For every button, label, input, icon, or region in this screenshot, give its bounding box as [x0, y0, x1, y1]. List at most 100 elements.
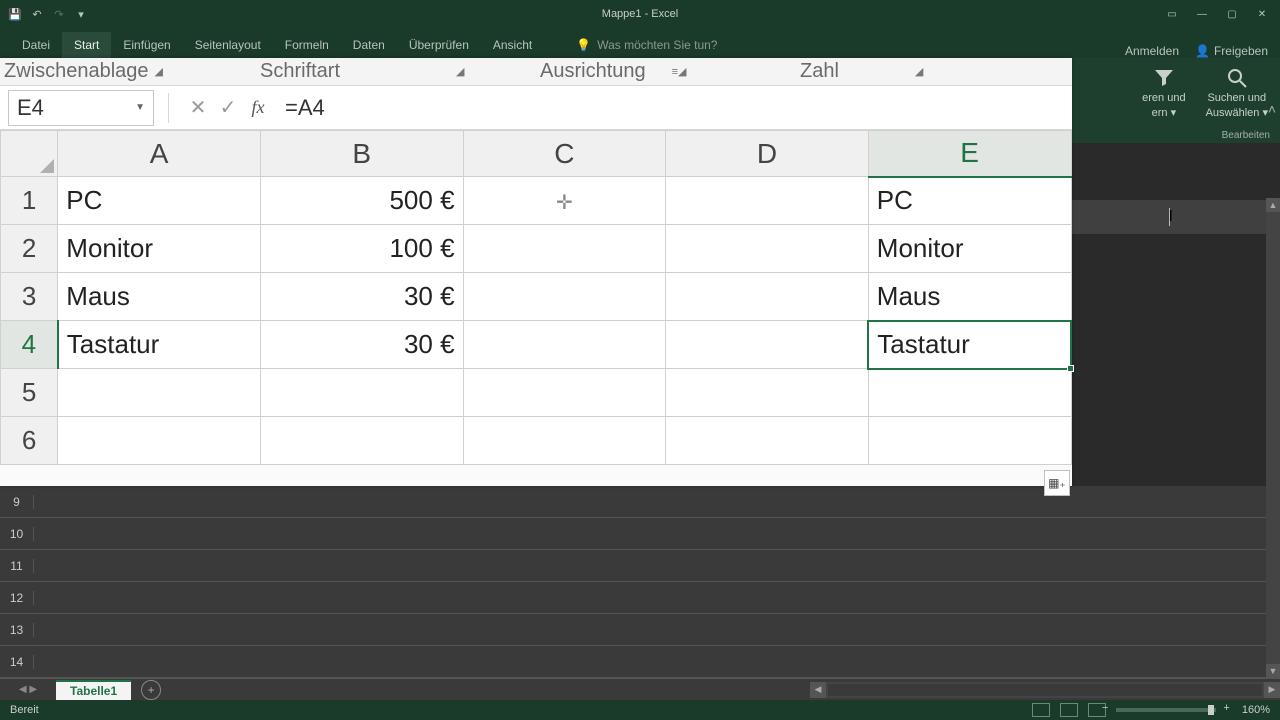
chevron-down-icon[interactable]: ▼ [135, 102, 145, 113]
close-icon[interactable]: ✕ [1248, 4, 1276, 24]
col-header-D[interactable]: D [666, 131, 869, 177]
cell-D3[interactable] [666, 273, 869, 321]
cell-B6[interactable] [260, 417, 463, 465]
select-all-corner[interactable] [1, 131, 58, 177]
row-header-14[interactable]: 14 [0, 655, 34, 669]
cell-E6[interactable] [868, 417, 1071, 465]
col-header-C[interactable]: C [463, 131, 666, 177]
scroll-down-icon[interactable]: ▼ [1266, 664, 1280, 678]
cell-D4[interactable] [666, 321, 869, 369]
cell-A2[interactable]: Monitor [58, 225, 261, 273]
zoom-slider[interactable] [1116, 708, 1216, 712]
vertical-scrollbar[interactable]: ▲ ▼ [1266, 198, 1280, 678]
view-pagelayout-icon[interactable] [1060, 703, 1078, 717]
tab-formeln[interactable]: Formeln [273, 32, 341, 58]
bg-formula-cell[interactable]: I [1072, 200, 1266, 234]
cell-B4[interactable]: 30 € [260, 321, 463, 369]
cell-A4[interactable]: Tastatur [58, 321, 261, 369]
horizontal-scrollbar[interactable]: ◀ ▶ [810, 682, 1280, 698]
save-icon[interactable]: 💾 [8, 7, 22, 21]
cell-E5[interactable] [868, 369, 1071, 417]
cell-B1[interactable]: 500 € [260, 177, 463, 225]
row-header-12[interactable]: 12 [0, 591, 34, 605]
cell-B5[interactable] [260, 369, 463, 417]
dialog-launcher-icon[interactable]: ◢ [915, 65, 923, 78]
cell-C3[interactable] [463, 273, 666, 321]
row-header-10[interactable]: 10 [0, 527, 34, 541]
cell-D2[interactable] [666, 225, 869, 273]
formula-input[interactable] [273, 90, 1072, 126]
cell-E1[interactable]: PC [868, 177, 1071, 225]
name-box[interactable]: E4 ▼ [8, 90, 154, 126]
spreadsheet-grid[interactable]: A B C D E 1 PC 500 € ✛ PC 2 Monitor 100 … [0, 130, 1072, 465]
cell-C5[interactable] [463, 369, 666, 417]
tab-einfuegen[interactable]: Einfügen [111, 32, 182, 58]
scroll-right-icon[interactable]: ▶ [1264, 682, 1280, 698]
cell-C6[interactable] [463, 417, 666, 465]
minimize-icon[interactable]: — [1188, 4, 1216, 24]
cell-A1[interactable]: PC [58, 177, 261, 225]
ribbon-group-alignment: Ausrichtung≡◢ [540, 60, 687, 83]
tab-start[interactable]: Start [62, 32, 111, 58]
row-header-5[interactable]: 5 [1, 369, 58, 417]
autofill-options-button[interactable]: ▦₊ [1044, 470, 1070, 496]
cell-C2[interactable] [463, 225, 666, 273]
add-sheet-button[interactable]: + [141, 680, 161, 700]
row-header-2[interactable]: 2 [1, 225, 58, 273]
share-button[interactable]: 👤 Freigeben [1195, 44, 1268, 58]
cancel-formula-icon[interactable]: ✕ [183, 93, 213, 123]
cell-C4[interactable] [463, 321, 666, 369]
accept-formula-icon[interactable]: ✓ [213, 93, 243, 123]
sheet-tab-tabelle1[interactable]: Tabelle1 [56, 680, 131, 700]
row-header-3[interactable]: 3 [1, 273, 58, 321]
cell-A5[interactable] [58, 369, 261, 417]
row-header-9[interactable]: 9 [0, 495, 34, 509]
fx-icon[interactable]: fx [243, 93, 273, 123]
cell-B2[interactable]: 100 € [260, 225, 463, 273]
qat-customize-icon[interactable]: ▾ [74, 7, 88, 21]
cell-D6[interactable] [666, 417, 869, 465]
cell-D1[interactable] [666, 177, 869, 225]
cell-B3[interactable]: 30 € [260, 273, 463, 321]
cell-D5[interactable] [666, 369, 869, 417]
row-header-13[interactable]: 13 [0, 623, 34, 637]
sheet-nav[interactable]: ◀ ▶ [0, 684, 56, 695]
dialog-launcher-icon[interactable]: ◢ [456, 65, 464, 78]
cell-A3[interactable]: Maus [58, 273, 261, 321]
tab-ansicht[interactable]: Ansicht [481, 32, 544, 58]
view-normal-icon[interactable] [1032, 703, 1050, 717]
scroll-left-icon[interactable]: ◀ [810, 682, 826, 698]
row-header-6[interactable]: 6 [1, 417, 58, 465]
tab-ueberpruefen[interactable]: Überprüfen [397, 32, 481, 58]
tab-datei[interactable]: Datei [10, 32, 62, 58]
col-header-B[interactable]: B [260, 131, 463, 177]
row-header-11[interactable]: 11 [0, 559, 34, 573]
find-select-button[interactable]: Suchen und Auswählen ▾ [1206, 66, 1268, 119]
cell-E2[interactable]: Monitor [868, 225, 1071, 273]
maximize-icon[interactable]: ▢ [1218, 4, 1246, 24]
ribbon-display-icon[interactable]: ▭ [1158, 4, 1186, 24]
row-header-4[interactable]: 4 [1, 321, 58, 369]
signin-button[interactable]: Anmelden [1125, 44, 1179, 58]
dialog-launcher-icon[interactable]: ◢ [155, 65, 163, 78]
collapse-ribbon-icon[interactable]: ˄ [1268, 101, 1276, 117]
fill-handle[interactable] [1067, 365, 1074, 372]
col-header-A[interactable]: A [58, 131, 261, 177]
scroll-up-icon[interactable]: ▲ [1266, 198, 1280, 212]
col-header-E[interactable]: E [868, 131, 1071, 177]
tab-seitenlayout[interactable]: Seitenlayout [183, 32, 273, 58]
cell-C1[interactable]: ✛ [463, 177, 666, 225]
redo-icon[interactable]: ↷ [52, 7, 66, 21]
sort-filter-button[interactable]: eren und ern ▾ [1142, 66, 1185, 119]
cell-E3[interactable]: Maus [868, 273, 1071, 321]
cell-A6[interactable] [58, 417, 261, 465]
dialog-launcher-icon[interactable]: ≡◢ [672, 65, 687, 78]
tell-me-search[interactable]: 💡 Was möchten Sie tun? [564, 32, 729, 58]
row-header-1[interactable]: 1 [1, 177, 58, 225]
tab-daten[interactable]: Daten [341, 32, 397, 58]
text-cursor-icon: I [1169, 208, 1170, 226]
cell-E4[interactable]: Tastatur [868, 321, 1071, 369]
undo-icon[interactable]: ↶ [30, 7, 44, 21]
background-grid[interactable]: 9 10 11 12 13 14 [0, 486, 1266, 692]
zoom-level[interactable]: 160% [1242, 704, 1270, 716]
